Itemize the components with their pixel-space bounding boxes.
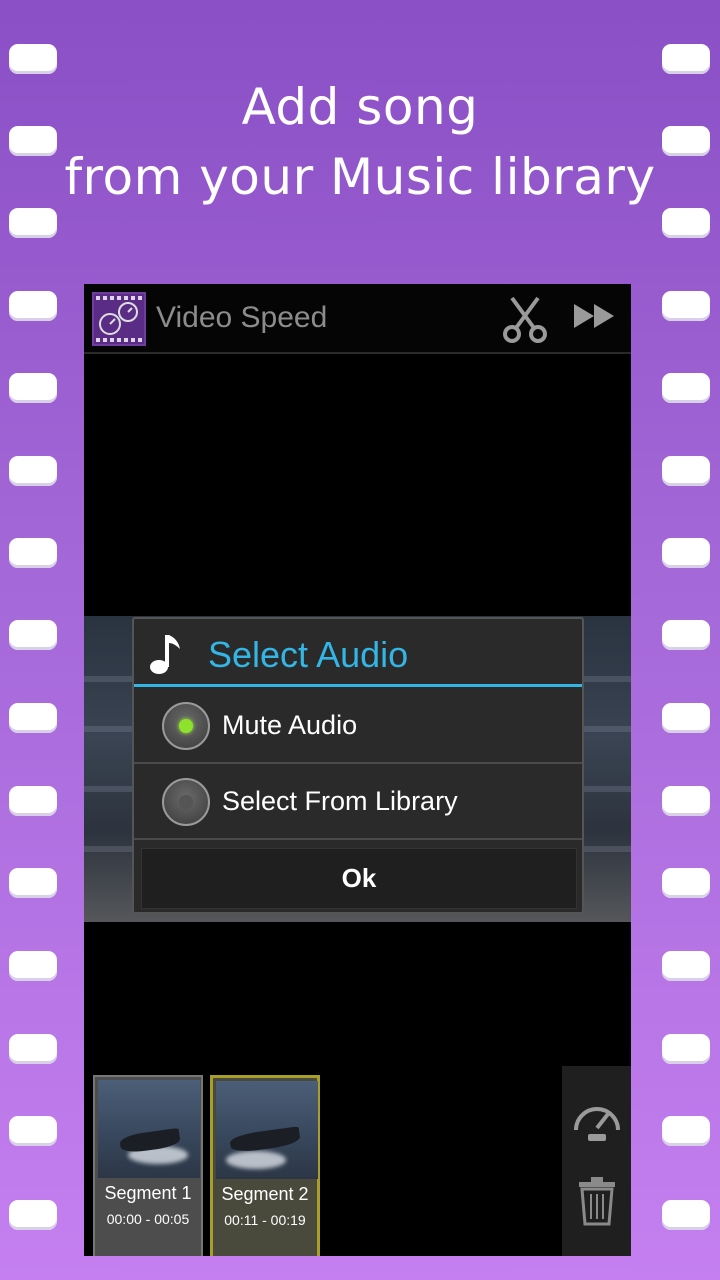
headline-line-2: from your Music library (64, 148, 656, 206)
scissors-icon[interactable] (500, 294, 550, 344)
film-hole (662, 703, 710, 733)
film-hole (9, 291, 57, 321)
film-hole (9, 951, 57, 981)
app-title: Video Speed (156, 301, 328, 334)
film-hole (662, 620, 710, 650)
film-hole (662, 373, 710, 403)
logo-gauges-graphic (99, 302, 138, 335)
film-hole (662, 1200, 710, 1230)
film-hole (9, 44, 57, 74)
option-label: Mute Audio (222, 710, 358, 740)
film-hole (9, 1116, 57, 1146)
option-mute-audio[interactable]: Mute Audio (134, 690, 582, 764)
film-hole (9, 456, 57, 486)
film-hole (9, 1034, 57, 1064)
ok-button[interactable]: Ok (141, 848, 577, 909)
film-hole (662, 786, 710, 816)
film-hole (9, 703, 57, 733)
film-hole (9, 538, 57, 568)
headline-line-1: Add song (241, 78, 479, 136)
film-hole (662, 208, 710, 238)
film-hole (662, 291, 710, 321)
film-hole (9, 208, 57, 238)
music-note-icon (148, 633, 184, 675)
radio-button-selected[interactable] (162, 702, 210, 750)
film-hole (662, 456, 710, 486)
boat-shape (229, 1126, 301, 1154)
segment-card-1[interactable]: Segment 1 00:00 - 00:05 (93, 1075, 203, 1256)
dialog-title: Select Audio (208, 634, 409, 675)
film-hole (9, 786, 57, 816)
film-hole (662, 538, 710, 568)
option-label: Select From Library (222, 786, 458, 816)
film-hole (662, 1034, 710, 1064)
action-bar: Video Speed (84, 284, 631, 354)
segment-time: 00:00 - 00:05 (106, 1211, 190, 1227)
film-hole (662, 868, 710, 898)
film-hole (9, 868, 57, 898)
tool-panel (562, 1066, 631, 1256)
segment-thumbnail (98, 1080, 200, 1178)
radio-dot (179, 795, 193, 809)
dialog-header: Select Audio (134, 619, 582, 687)
film-hole (9, 620, 57, 650)
segment-name: Segment 1 (104, 1183, 192, 1203)
speedometer-icon[interactable] (570, 1094, 624, 1148)
segment-thumbnail (216, 1081, 318, 1179)
film-hole (662, 1116, 710, 1146)
video-speed-logo-icon[interactable] (92, 292, 146, 346)
film-hole (9, 373, 57, 403)
option-select-from-library[interactable]: Select From Library (134, 766, 582, 840)
boat-spray (226, 1151, 286, 1169)
trash-icon[interactable] (570, 1174, 624, 1228)
radio-button[interactable] (162, 778, 210, 826)
film-hole (9, 1200, 57, 1230)
film-hole (662, 951, 710, 981)
segment-card-2[interactable]: Segment 2 00:11 - 00:19 (210, 1075, 320, 1256)
segment-time: 00:11 - 00:19 (224, 1212, 306, 1228)
film-hole (662, 44, 710, 74)
segment-name: Segment 2 (221, 1184, 309, 1204)
fast-forward-icon[interactable] (570, 294, 620, 344)
promo-headline: Add song from your Music library (0, 72, 720, 212)
radio-dot (179, 719, 193, 733)
select-audio-dialog: Select Audio Mute Audio Select From Libr… (132, 617, 584, 914)
